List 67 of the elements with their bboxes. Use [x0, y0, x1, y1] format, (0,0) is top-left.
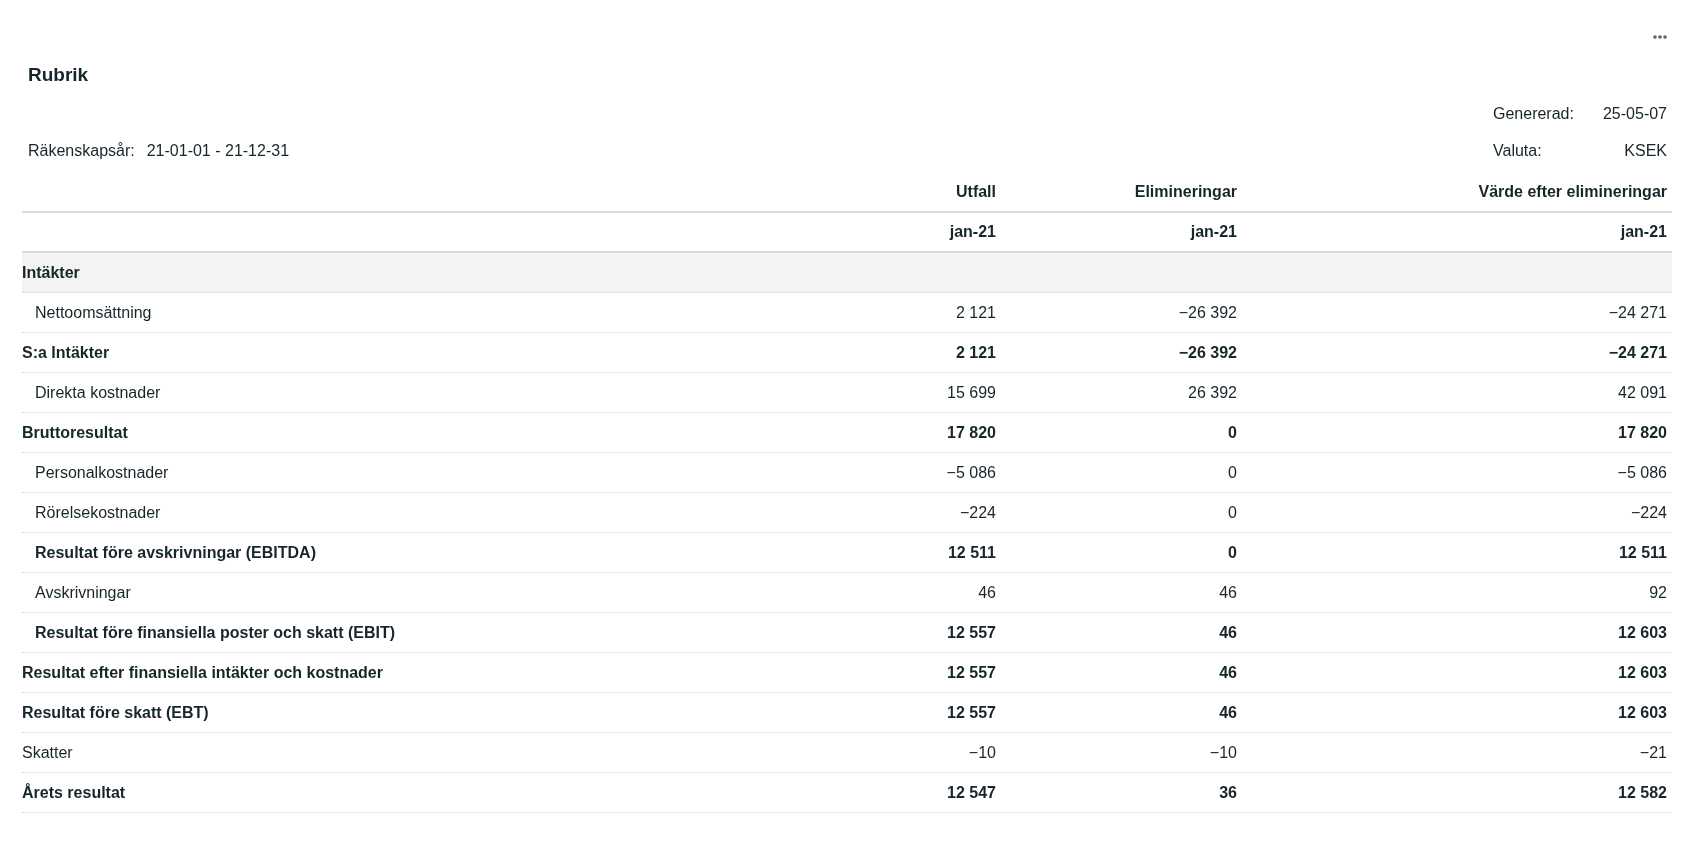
value-cell-text: 15 699 — [946, 383, 997, 402]
generated-date: 25-05-07 — [1601, 104, 1667, 124]
value-cell-text: 46 — [1218, 663, 1238, 682]
value-cell-text: 0 — [1227, 463, 1238, 482]
value-cell-text: −5 086 — [1616, 463, 1668, 482]
generated-label: Genererad: — [1493, 104, 1575, 124]
value-cell-text: 46 — [1218, 623, 1238, 642]
more-icon — [1652, 34, 1668, 40]
value-cell-text: 17 820 — [946, 423, 997, 442]
row-label: Årets resultat — [22, 783, 127, 802]
fiscal-year-label: Räkenskapsår: — [28, 141, 135, 161]
row-label: Avskrivningar — [34, 583, 132, 602]
value-cell-text: 12 603 — [1617, 663, 1668, 682]
value-cell-text: −5 086 — [945, 463, 997, 482]
value-cell-text: −24 271 — [1607, 303, 1668, 322]
row-label: Rörelsekostnader — [34, 503, 162, 522]
value-cell-text: −10 — [1208, 743, 1238, 762]
value-cell-text: −224 — [958, 503, 997, 522]
column-header: Utfall — [955, 183, 997, 201]
row-label: Direkta kostnader — [34, 383, 162, 402]
value-cell-text: 12 557 — [946, 703, 997, 722]
value-cell-text: 36 — [1218, 783, 1238, 802]
row-label: S:a Intäkter — [22, 343, 111, 362]
row-label: Personalkostnader — [34, 463, 170, 482]
value-cell-text: 2 121 — [954, 303, 997, 322]
currency-value: KSEK — [1623, 141, 1667, 161]
value-cell-text: −26 392 — [1177, 343, 1238, 362]
value-cell-text: 0 — [1227, 423, 1238, 442]
value-cell-text: 46 — [1218, 583, 1238, 602]
value-cell-text: 26 392 — [1187, 383, 1238, 402]
value-cell-text: −26 392 — [1177, 303, 1238, 322]
row-label: Skatter — [22, 743, 74, 762]
period-header: jan-21 — [1189, 223, 1238, 241]
column-header: Värde efter elimineringar — [1477, 183, 1668, 201]
period-header: jan-21 — [1619, 223, 1668, 241]
value-cell-text: 12 511 — [946, 543, 997, 562]
value-cell-text: 12 582 — [1617, 783, 1668, 802]
row-label: Resultat före avskrivningar (EBITDA) — [34, 543, 317, 562]
value-cell-text: −21 — [1638, 743, 1668, 762]
value-cell-text: 2 121 — [954, 343, 997, 362]
period-header: jan-21 — [948, 223, 997, 241]
value-cell-text: 42 091 — [1617, 383, 1668, 402]
row-label: Bruttoresultat — [22, 423, 129, 442]
value-cell-text: 0 — [1227, 503, 1238, 522]
section-label: Intäkter — [22, 263, 81, 282]
value-cell-text: 12 547 — [946, 783, 997, 802]
currency-label: Valuta: — [1493, 141, 1543, 161]
row-label: Resultat före finansiella poster och skatt (EBIT) — [34, 623, 397, 642]
value-cell-text: 12 511 — [1617, 543, 1668, 562]
value-cell-text: 92 — [1648, 583, 1668, 602]
column-header: Elimineringar — [1133, 183, 1238, 201]
row-label: Nettoomsättning — [34, 303, 153, 322]
report-title: Rubrik — [28, 63, 90, 87]
value-cell-text: −24 271 — [1607, 343, 1668, 362]
value-cell-text: 17 820 — [1617, 423, 1668, 442]
value-cell-text: −10 — [967, 743, 997, 762]
value-cell-text: 12 603 — [1617, 623, 1668, 642]
row-label: Resultat före skatt (EBT) — [22, 703, 210, 722]
value-cell-text: 12 603 — [1617, 703, 1668, 722]
row-label: Resultat efter finansiella intäkter och kostnader — [22, 663, 384, 682]
value-cell-text: −224 — [1629, 503, 1668, 522]
value-cell-text: 12 557 — [946, 623, 997, 642]
fiscal-year-value: 21-01-01 - 21-12-31 — [146, 141, 290, 161]
value-cell-text: 0 — [1227, 543, 1238, 562]
value-cell-text: 12 557 — [946, 663, 997, 682]
value-cell-text: 46 — [1218, 703, 1238, 722]
value-cell-text: 46 — [977, 583, 997, 602]
